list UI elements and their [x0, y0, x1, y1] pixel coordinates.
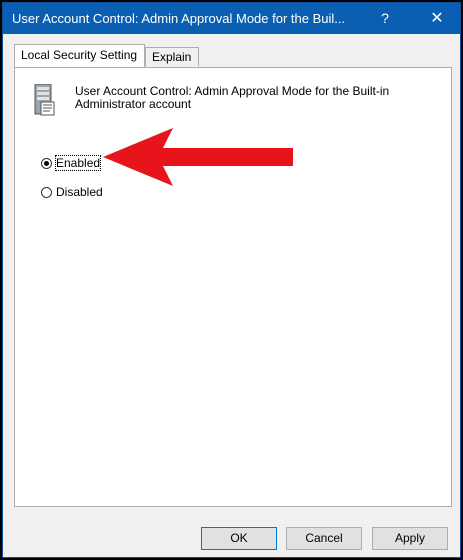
settings-panel: User Account Control: Admin Approval Mod… [14, 67, 452, 507]
red-arrow-annotation [103, 128, 293, 186]
disabled-label: Disabled [56, 185, 103, 199]
close-button[interactable]: ✕ [417, 3, 457, 34]
enabled-radio[interactable] [41, 157, 52, 169]
disabled-option[interactable]: Disabled [41, 184, 103, 200]
enabled-option[interactable]: Enabled [41, 155, 102, 171]
server-policy-icon [34, 84, 55, 116]
ok-button[interactable]: OK [201, 527, 277, 550]
tab-explain[interactable]: Explain [145, 47, 199, 66]
policy-dialog: User Account Control: Admin Approval Mod… [2, 2, 461, 558]
apply-button[interactable]: Apply [372, 527, 448, 550]
title-bar[interactable]: User Account Control: Admin Approval Mod… [3, 3, 460, 34]
cancel-button[interactable]: Cancel [286, 527, 362, 550]
window-title: User Account Control: Admin Approval Mod… [12, 11, 346, 26]
tab-local-security-setting[interactable]: Local Security Setting [14, 44, 145, 67]
disabled-radio[interactable] [41, 186, 52, 198]
enabled-label: Enabled [54, 155, 102, 171]
policy-title: User Account Control: Admin Approval Mod… [75, 84, 390, 111]
help-button[interactable]: ? [365, 3, 405, 34]
